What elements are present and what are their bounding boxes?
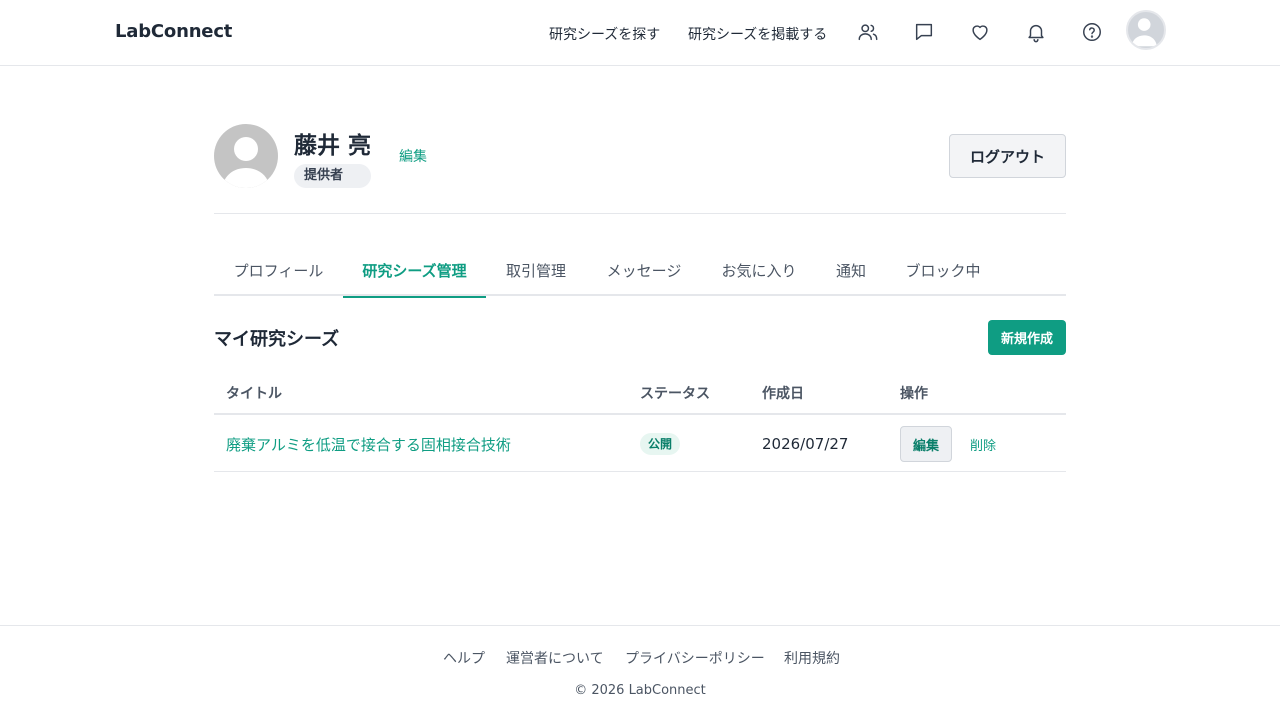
tab-bar: プロフィール 研究シーズ管理 取引管理 メッセージ お気に入り 通知 ブロック中 — [214, 244, 1066, 298]
seed-title-link[interactable]: 廃棄アルミを低温で接合する固相接合技術 — [226, 434, 511, 455]
tab-profile[interactable]: プロフィール — [214, 244, 343, 296]
profile-name: 藤井 亮 — [294, 133, 372, 159]
status-badge: 公開 — [640, 433, 681, 455]
users-icon[interactable] — [856, 20, 880, 44]
table-row: 廃棄アルミを低温で接合する固相接合技術 公開 2026/07/27 編集 削除 — [214, 415, 1066, 472]
column-header-status: ステータス — [640, 386, 710, 402]
section-title: マイ研究シーズ — [214, 329, 340, 350]
edit-profile-link[interactable]: 編集 — [399, 146, 427, 166]
column-header-created: 作成日 — [762, 386, 804, 402]
row-edit-button[interactable]: 編集 — [900, 426, 952, 462]
new-seed-button[interactable]: 新規作成 — [988, 320, 1066, 355]
copyright-text: © 2026 LabConnect — [574, 683, 706, 698]
nav-find-seeds-link[interactable]: 研究シーズを探す — [549, 24, 660, 44]
row-delete-link[interactable]: 削除 — [970, 435, 996, 454]
role-badge: 提供者 — [294, 164, 371, 188]
tab-transactions[interactable]: 取引管理 — [486, 244, 586, 296]
footer-terms-link[interactable]: 利用規約 — [784, 648, 840, 668]
tab-favorites[interactable]: お気に入り — [702, 244, 816, 296]
page-footer: ヘルプ 運営者について プライバシーポリシー 利用規約 © 2026 LabCo… — [0, 625, 1280, 720]
nav-post-seeds-link[interactable]: 研究シーズを掲載する — [688, 24, 827, 44]
logout-button[interactable]: ログアウト — [949, 134, 1066, 178]
footer-privacy-link[interactable]: プライバシーポリシー — [625, 648, 765, 668]
bell-icon[interactable] — [1024, 20, 1048, 44]
created-date: 2026/07/27 — [762, 435, 849, 453]
seeds-table: タイトル ステータス 作成日 操作 廃棄アルミを低温で接合する固相接合技術 公開… — [214, 370, 1066, 472]
tab-seeds-management[interactable]: 研究シーズ管理 — [343, 244, 486, 298]
top-header: LabConnect 研究シーズを探す 研究シーズを掲載する — [0, 0, 1280, 66]
footer-about-link[interactable]: 運営者について — [506, 648, 604, 668]
user-avatar[interactable] — [1126, 10, 1166, 50]
profile-avatar — [214, 124, 278, 188]
tab-blocked[interactable]: ブロック中 — [886, 244, 1000, 296]
profile-divider — [214, 213, 1066, 214]
help-icon[interactable] — [1080, 20, 1104, 44]
footer-help-link[interactable]: ヘルプ — [443, 648, 485, 668]
column-header-actions: 操作 — [900, 386, 928, 402]
tab-messages[interactable]: メッセージ — [586, 244, 702, 296]
column-header-title: タイトル — [226, 386, 282, 402]
brand-logo[interactable]: LabConnect — [115, 21, 232, 42]
heart-icon[interactable] — [968, 20, 992, 44]
tab-notifications[interactable]: 通知 — [816, 244, 886, 296]
table-header: タイトル ステータス 作成日 操作 — [214, 370, 1066, 415]
message-icon[interactable] — [912, 20, 936, 44]
